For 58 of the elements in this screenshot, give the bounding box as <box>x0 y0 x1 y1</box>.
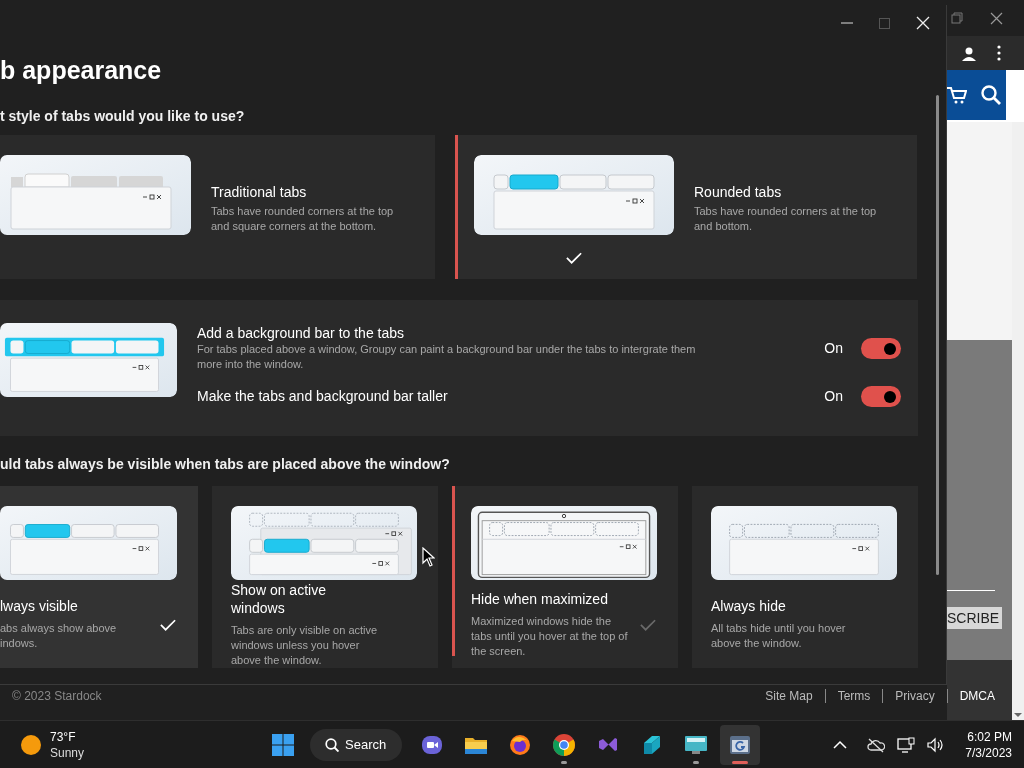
section-heading: t style of tabs would you like to use? <box>0 107 246 126</box>
footer-link[interactable]: Privacy <box>895 687 935 705</box>
option-card[interactable]: Traditional tabs Tabs have rounded corners at the top and square corners at the bottom. <box>0 135 435 279</box>
scroll-down-icon[interactable] <box>1013 712 1023 718</box>
option-card[interactable]: Always hide All tabs hide until you hover above the window. <box>692 486 918 668</box>
clock-time[interactable]: 6:02 PM <box>967 728 1012 745</box>
setting-label: Add a background bar to the tabs <box>197 325 406 342</box>
option-description: Tabs are only visible on active windows unless you hover above the window. <box>231 622 379 668</box>
search-icon[interactable] <box>981 85 1001 105</box>
cloud-offline-icon[interactable] <box>867 736 886 753</box>
weather-condition[interactable]: Sunny <box>50 744 85 761</box>
subscribe-button[interactable]: SCRIBE <box>947 607 1003 629</box>
footer-link[interactable]: Terms <box>837 687 871 705</box>
option-title: lways visible <box>0 597 79 615</box>
option-title: Traditional tabs <box>211 183 308 201</box>
copyright-text: © 2023 Stardock <box>12 688 102 705</box>
option-title: Always hide <box>711 597 787 615</box>
account-icon[interactable] <box>961 45 977 61</box>
option-card[interactable]: Show on active windows Tabs are only visible on active windows unless you hover above the window. <box>212 486 438 668</box>
scrollbar-thumb[interactable] <box>936 95 939 575</box>
footer-link[interactable]: DMCA <box>959 687 995 705</box>
option-title: Hide when maximized <box>471 589 609 608</box>
option-card[interactable]: lways visible abs always show above indows. <box>0 486 198 668</box>
option-description: abs always show above indows. <box>0 621 118 651</box>
option-card[interactable]: Rounded tabs Tabs have rounded corners at the top and bottom. <box>455 135 917 279</box>
option-title: Rounded tabs <box>694 183 783 201</box>
more-menu-icon[interactable] <box>997 45 1001 61</box>
toggle-switch[interactable] <box>861 338 901 359</box>
volume-icon[interactable] <box>927 736 944 753</box>
chrome-icon <box>552 732 576 757</box>
network-icon[interactable] <box>897 736 916 753</box>
footer-link[interactable]: Site Map <box>765 687 813 705</box>
setting-label: Make the tabs and background bar taller <box>197 388 449 405</box>
restore-icon[interactable] <box>951 12 963 24</box>
mouse-cursor-icon <box>422 547 435 567</box>
cart-icon[interactable] <box>947 86 967 104</box>
setting-description: For tabs placed above a window, Groupy can paint a background bar under the tabs to intergrate them more into the window. <box>197 342 697 372</box>
sun-icon[interactable] <box>21 734 41 755</box>
search-icon <box>325 737 339 752</box>
option-description: Tabs have rounded corners at the top and bottom. <box>694 204 878 234</box>
toggle-state-label: On <box>824 339 843 358</box>
option-description: Maximized windows hide the tabs until you hover at the top of the screen. <box>471 613 629 659</box>
windows-start-icon[interactable] <box>272 733 294 756</box>
toggle-switch[interactable] <box>861 386 901 407</box>
firefox-icon <box>508 732 532 757</box>
close-icon[interactable] <box>990 11 1003 25</box>
taskbar-app-button[interactable] <box>720 724 760 765</box>
option-title: Show on active windows <box>231 580 327 617</box>
dialog-title: b appearance <box>0 56 163 84</box>
option-description: Tabs have rounded corners at the top and square corners at the bottom. <box>211 204 395 234</box>
option-card[interactable]: Hide when maximized Maximized windows hide the tabs until you hover at the top of the screen. <box>452 486 678 668</box>
toggle-state-label: On <box>824 387 843 406</box>
section-heading: uld tabs always be visible when tabs are placed above the window? <box>0 455 451 474</box>
search-button[interactable]: Search <box>310 728 402 761</box>
chevron-up-icon[interactable] <box>833 739 848 750</box>
clock-date[interactable]: 7/3/2023 <box>965 744 1012 761</box>
option-description: All tabs hide until you hover above the window. <box>711 621 847 651</box>
weather-temperature[interactable]: 73°F <box>50 728 85 745</box>
